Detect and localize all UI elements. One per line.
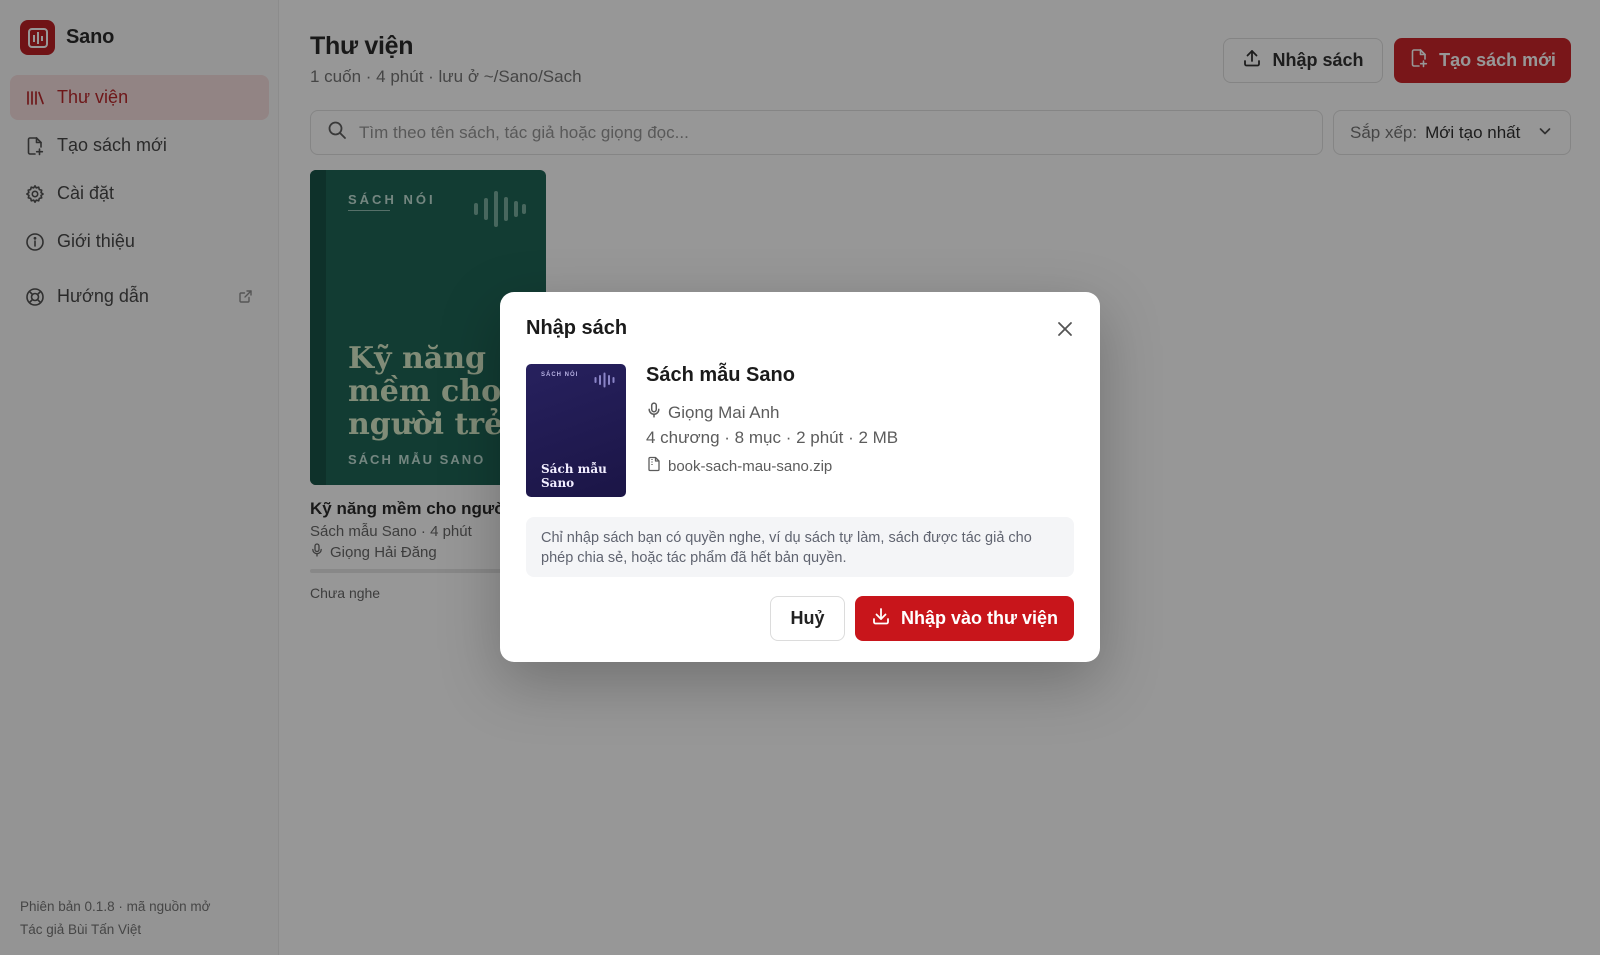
import-to-library-button[interactable]: Nhập vào thư viện — [855, 596, 1074, 641]
sound-wave-icon — [594, 372, 616, 393]
dialog-title: Nhập sách — [526, 317, 628, 339]
close-button[interactable] — [1054, 320, 1076, 342]
import-book-title: Sách mẫu Sano — [646, 364, 795, 386]
book-cover-thumbnail: SÁCH NÓI Sách mẫu Sano — [526, 364, 626, 497]
microphone-icon — [646, 402, 662, 423]
import-book-file: book-sach-mau-sano.zip — [646, 456, 832, 476]
cancel-button[interactable]: Huỷ — [770, 596, 845, 641]
zip-file-icon — [646, 456, 662, 476]
voice-label: Giọng Mai Anh — [668, 402, 780, 422]
import-book-stats: 4 chương · 8 mục · 2 phút · 2 MB — [646, 428, 899, 447]
import-to-library-label: Nhập vào thư viện — [900, 608, 1059, 628]
copyright-notice: Chỉ nhập sách bạn có quyền nghe, ví dụ s… — [526, 517, 1074, 577]
close-icon — [1057, 321, 1073, 342]
download-icon — [871, 606, 891, 631]
import-book-voice: Giọng Mai Anh — [646, 402, 780, 423]
cover-tag: SÁCH NÓI — [541, 372, 579, 378]
import-book-dialog: Nhập sách SÁCH NÓI Sách mẫu Sano Sách mẫ… — [500, 292, 1100, 662]
file-name: book-sach-mau-sano.zip — [668, 457, 833, 475]
cover-title: Sách mẫu Sano — [541, 462, 607, 490]
